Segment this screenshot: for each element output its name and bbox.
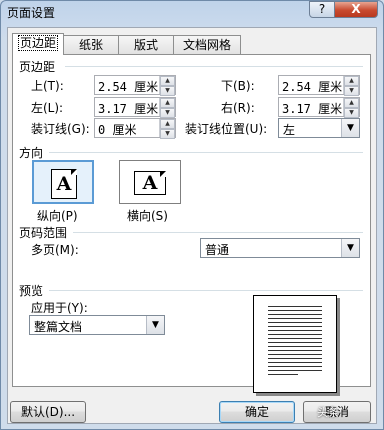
divider (49, 152, 363, 153)
bottom-margin-input[interactable]: 2.54 厘米 ▲ ▼ (278, 75, 360, 96)
tab-doc-grid[interactable]: 文档网格 (173, 35, 241, 54)
landscape-option[interactable]: A (119, 160, 181, 204)
margins-section-title: 页边距 (19, 60, 56, 74)
help-button[interactable]: ? (309, 1, 335, 18)
close-button[interactable]: X (334, 1, 378, 18)
spin-down-icon[interactable]: ▼ (160, 108, 175, 118)
spin-up-icon[interactable]: ▲ (160, 98, 175, 108)
landscape-page-icon: A (134, 171, 166, 195)
left-margin-label: 左(L): (31, 101, 64, 115)
right-margin-label: 右(R): (221, 101, 255, 115)
top-margin-value: 2.54 厘米 (98, 80, 159, 94)
dialog-window: 页面设置 ? X 页边距 纸张 版式 文档网格 页边距 上(T): 2.54 厘… (0, 0, 384, 430)
gutter-input[interactable]: 0 厘米 ▲ ▼ (94, 118, 176, 139)
apply-to-value: 整篇文档 (34, 320, 83, 334)
right-margin-input[interactable]: 3.17 厘米 ▲ ▼ (278, 97, 360, 118)
tab-layout[interactable]: 版式 (118, 35, 174, 54)
apply-to-label: 应用于(Y): (31, 301, 88, 315)
gutter-position-select[interactable]: 左 ▼ (278, 118, 360, 138)
landscape-label[interactable]: 横向(S) (127, 207, 168, 224)
spin-up-icon[interactable]: ▲ (344, 98, 359, 108)
gutter-value: 0 厘米 (98, 123, 137, 137)
chevron-down-icon[interactable]: ▼ (341, 239, 359, 257)
spin-up-icon[interactable]: ▲ (160, 76, 175, 86)
spin-up-icon[interactable]: ▲ (344, 76, 359, 86)
chevron-down-icon[interactable]: ▼ (146, 316, 164, 334)
ok-button[interactable]: 确定 (219, 401, 295, 423)
portrait-page-icon: A (51, 169, 77, 199)
gutter-position-label: 装订线位置(U): (185, 122, 268, 136)
divider (65, 66, 363, 67)
default-button[interactable]: 默认(D)... (10, 401, 86, 423)
divider (49, 290, 363, 291)
spin-down-icon[interactable]: ▼ (160, 86, 175, 96)
multiple-pages-select[interactable]: 普通 ▼ (200, 238, 360, 258)
portrait-option[interactable]: A (32, 160, 94, 204)
page-preview-thumbnail (253, 295, 337, 393)
right-margin-value: 3.17 厘米 (282, 102, 343, 116)
gutter-position-value: 左 (283, 123, 296, 137)
left-margin-input[interactable]: 3.17 厘米 ▲ ▼ (94, 97, 176, 118)
multiple-pages-value: 普通 (205, 243, 230, 257)
spin-down-icon[interactable]: ▼ (160, 129, 175, 139)
preview-section-title: 预览 (19, 284, 44, 298)
portrait-label[interactable]: 纵向(P) (37, 207, 78, 224)
spin-down-icon[interactable]: ▼ (344, 108, 359, 118)
tab-paper[interactable]: 纸张 (63, 35, 119, 54)
watermark-text: 头条 (317, 406, 339, 419)
top-margin-label: 上(T): (31, 79, 64, 93)
bottom-margin-label: 下(B): (221, 79, 255, 93)
bottom-margin-value: 2.54 厘米 (282, 80, 343, 94)
spin-down-icon[interactable]: ▼ (344, 86, 359, 96)
gutter-label: 装订线(G): (31, 122, 90, 136)
spin-up-icon[interactable]: ▲ (160, 119, 175, 129)
left-margin-value: 3.17 厘米 (98, 102, 159, 116)
window-title: 页面设置 (7, 6, 56, 20)
multiple-pages-label: 多页(M): (31, 243, 79, 257)
orientation-section-title: 方向 (19, 146, 44, 160)
tab-margins[interactable]: 页边距 (12, 33, 64, 55)
apply-to-select[interactable]: 整篇文档 ▼ (29, 315, 165, 335)
divider (73, 232, 363, 233)
chevron-down-icon[interactable]: ▼ (341, 119, 359, 137)
top-margin-input[interactable]: 2.54 厘米 ▲ ▼ (94, 75, 176, 96)
pages-section-title: 页码范围 (19, 226, 68, 240)
tab-margins-label: 页边距 (17, 35, 58, 51)
